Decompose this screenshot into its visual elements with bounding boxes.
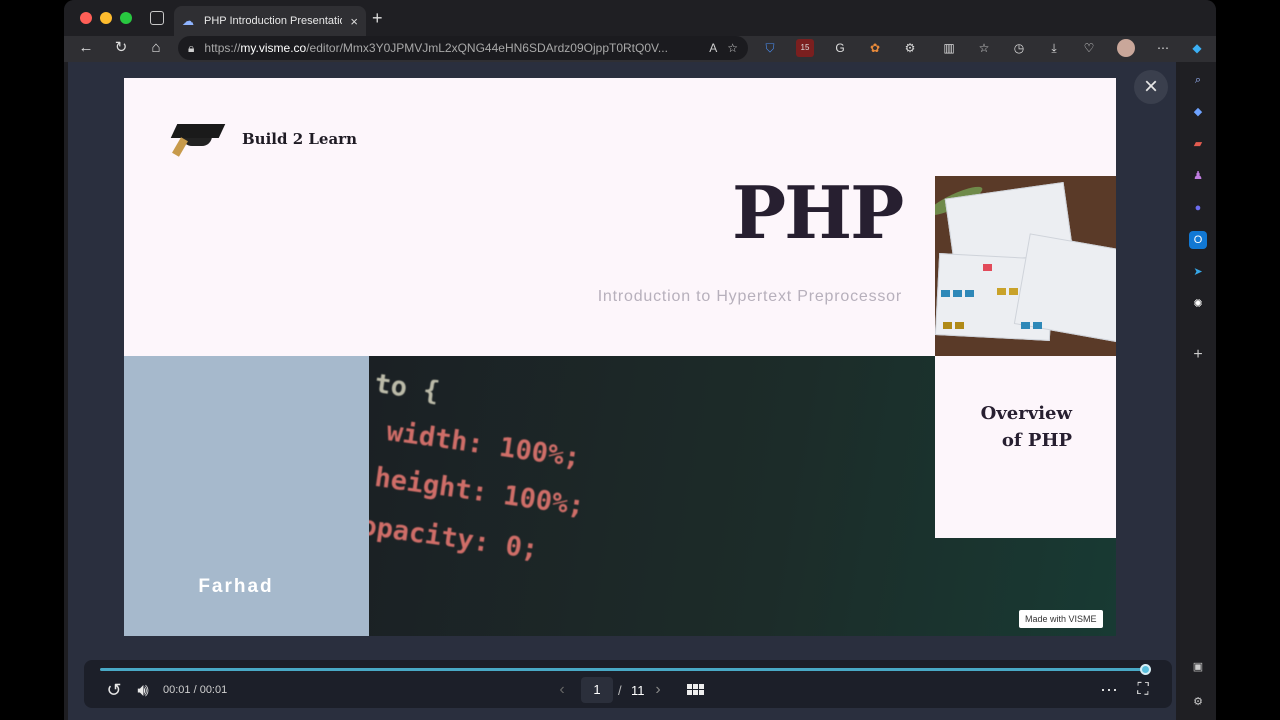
downloads-icon[interactable]: ⤓ xyxy=(1045,39,1063,57)
total-pages: 11 xyxy=(631,683,645,698)
url-path: /editor/Mmx3Y0JPMVJmL2xQNG44eHN6SDArdz09… xyxy=(306,41,668,55)
slide-subtitle: Introduction to Hypertext Preprocessor xyxy=(597,288,902,305)
minimize-window-button[interactable] xyxy=(100,12,112,24)
settings-icon[interactable]: ⚙ xyxy=(1189,693,1207,711)
visme-watermark[interactable]: Made with VISME xyxy=(1019,610,1103,628)
outlook-icon[interactable]: O xyxy=(1189,231,1207,249)
history-icon[interactable]: ◷ xyxy=(1010,39,1028,57)
add-sidebar-app-icon[interactable]: + xyxy=(1189,346,1207,364)
url-text[interactable]: https://my.visme.co/editor/Mmx3Y0JPMVJmL… xyxy=(204,41,699,55)
close-window-button[interactable] xyxy=(80,12,92,24)
page-separator: / xyxy=(618,683,622,698)
window-controls xyxy=(80,12,132,24)
send-icon[interactable]: ➤ xyxy=(1189,263,1207,281)
page-number-input[interactable]: 1 xyxy=(581,677,613,703)
more-icon[interactable]: ⋯ xyxy=(1098,680,1120,700)
browser-window: ☁ PHP Introduction Presentation × + ← ↻ … xyxy=(64,0,1216,720)
extension-badge: 15 xyxy=(800,43,810,52)
address-bar[interactable]: 🔒︎ https://my.visme.co/editor/Mmx3Y0JPMV… xyxy=(178,36,748,60)
prev-icon[interactable]: ‹ xyxy=(554,680,570,700)
games-icon[interactable]: ♟ xyxy=(1189,167,1207,185)
extensions-icon[interactable]: ⚙ xyxy=(901,39,919,57)
profile-avatar[interactable] xyxy=(1117,39,1135,57)
time-display: 00:01 / 00:01 xyxy=(163,684,228,696)
lock-icon[interactable]: 🔒︎ xyxy=(188,41,194,56)
next-icon[interactable]: › xyxy=(650,680,666,700)
overview-card: Overview of PHP xyxy=(935,356,1116,538)
overview-line: Overview xyxy=(980,403,1072,424)
tab-strip: ☁ PHP Introduction Presentation × + xyxy=(64,0,1216,36)
tab-actions-icon[interactable] xyxy=(150,11,164,25)
presentation-viewer: × Build 2 Learn PHP Introduction to Hype… xyxy=(68,62,1176,720)
back-icon[interactable]: ← xyxy=(76,36,96,62)
shield-extension-icon[interactable]: ⛉ xyxy=(761,39,779,57)
overview-heading: Overview of PHP xyxy=(935,400,1072,454)
player-controls: ↺ 🔊︎ 00:01 / 00:01 ‹ 1 / 11 › ⋯ ⛶ xyxy=(84,660,1172,708)
split-screen-icon[interactable]: ▥ xyxy=(940,39,958,57)
copilot-icon[interactable]: ◆ xyxy=(1188,39,1206,57)
tools-icon[interactable]: ▰ xyxy=(1189,135,1207,153)
close-icon[interactable]: × xyxy=(1134,70,1168,104)
overview-line: of PHP xyxy=(1001,430,1072,451)
url-host: my.visme.co xyxy=(240,41,307,55)
read-aloud-icon[interactable]: A xyxy=(709,41,717,55)
cookie-extension-icon[interactable]: ✿ xyxy=(866,39,884,57)
progress-handle[interactable] xyxy=(1140,664,1151,675)
browser-tab[interactable]: ☁ PHP Introduction Presentation × xyxy=(174,6,366,36)
url-prefix: https:// xyxy=(204,41,241,55)
performance-icon[interactable]: ♡ xyxy=(1080,39,1098,57)
search-icon[interactable]: ⌕ xyxy=(1189,71,1207,89)
grid-icon[interactable] xyxy=(687,684,704,695)
edge-sidebar: ⌕ ◆ ▰ ♟ ● O ➤ ✺ + ▣ ⚙ xyxy=(1180,62,1216,720)
code-line: opacity: 0; xyxy=(369,510,541,566)
favorite-icon[interactable]: ☆ xyxy=(727,41,738,55)
maximize-window-button[interactable] xyxy=(120,12,132,24)
fullscreen-icon[interactable]: ⛶ xyxy=(1132,680,1154,700)
tab-close-icon[interactable]: × xyxy=(350,15,358,28)
slide-title: PHP xyxy=(732,170,904,255)
tab-title: PHP Introduction Presentation xyxy=(204,15,343,27)
code-line: width: 100%; xyxy=(384,416,583,474)
progress-track[interactable] xyxy=(100,668,1146,671)
brand: Build 2 Learn xyxy=(170,120,357,158)
new-tab-button[interactable]: + xyxy=(372,8,383,28)
slide: Build 2 Learn PHP Introduction to Hypert… xyxy=(124,78,1116,636)
author-name: Farhad xyxy=(198,576,274,597)
more-menu-icon[interactable]: ⋯ xyxy=(1154,39,1172,57)
grammar-extension-icon[interactable]: G xyxy=(831,39,849,57)
office-icon[interactable]: ● xyxy=(1189,199,1207,217)
home-icon[interactable]: ⌂ xyxy=(146,36,166,62)
browser-toolbar: ← ↻ ⌂ 🔒︎ https://my.visme.co/editor/Mmx3… xyxy=(64,36,1216,62)
volume-icon[interactable]: 🔊︎ xyxy=(132,680,154,700)
replay-icon[interactable]: ↺ xyxy=(104,680,124,700)
code-line: height: 100%; xyxy=(372,462,587,523)
ublock-extension-icon[interactable]: 15 xyxy=(796,39,814,57)
favorites-icon[interactable]: ☆ xyxy=(975,39,993,57)
brand-name: Build 2 Learn xyxy=(242,130,357,148)
graduation-cap-icon xyxy=(170,120,226,158)
visme-favicon-icon: ☁ xyxy=(182,14,194,28)
infographic-photo xyxy=(935,176,1116,356)
tag-icon[interactable]: ◆ xyxy=(1189,103,1207,121)
reload-icon[interactable]: ↻ xyxy=(111,36,131,62)
openai-icon[interactable]: ✺ xyxy=(1189,295,1207,313)
screenshot-icon[interactable]: ▣ xyxy=(1189,658,1207,676)
code-line: to { xyxy=(372,368,442,408)
